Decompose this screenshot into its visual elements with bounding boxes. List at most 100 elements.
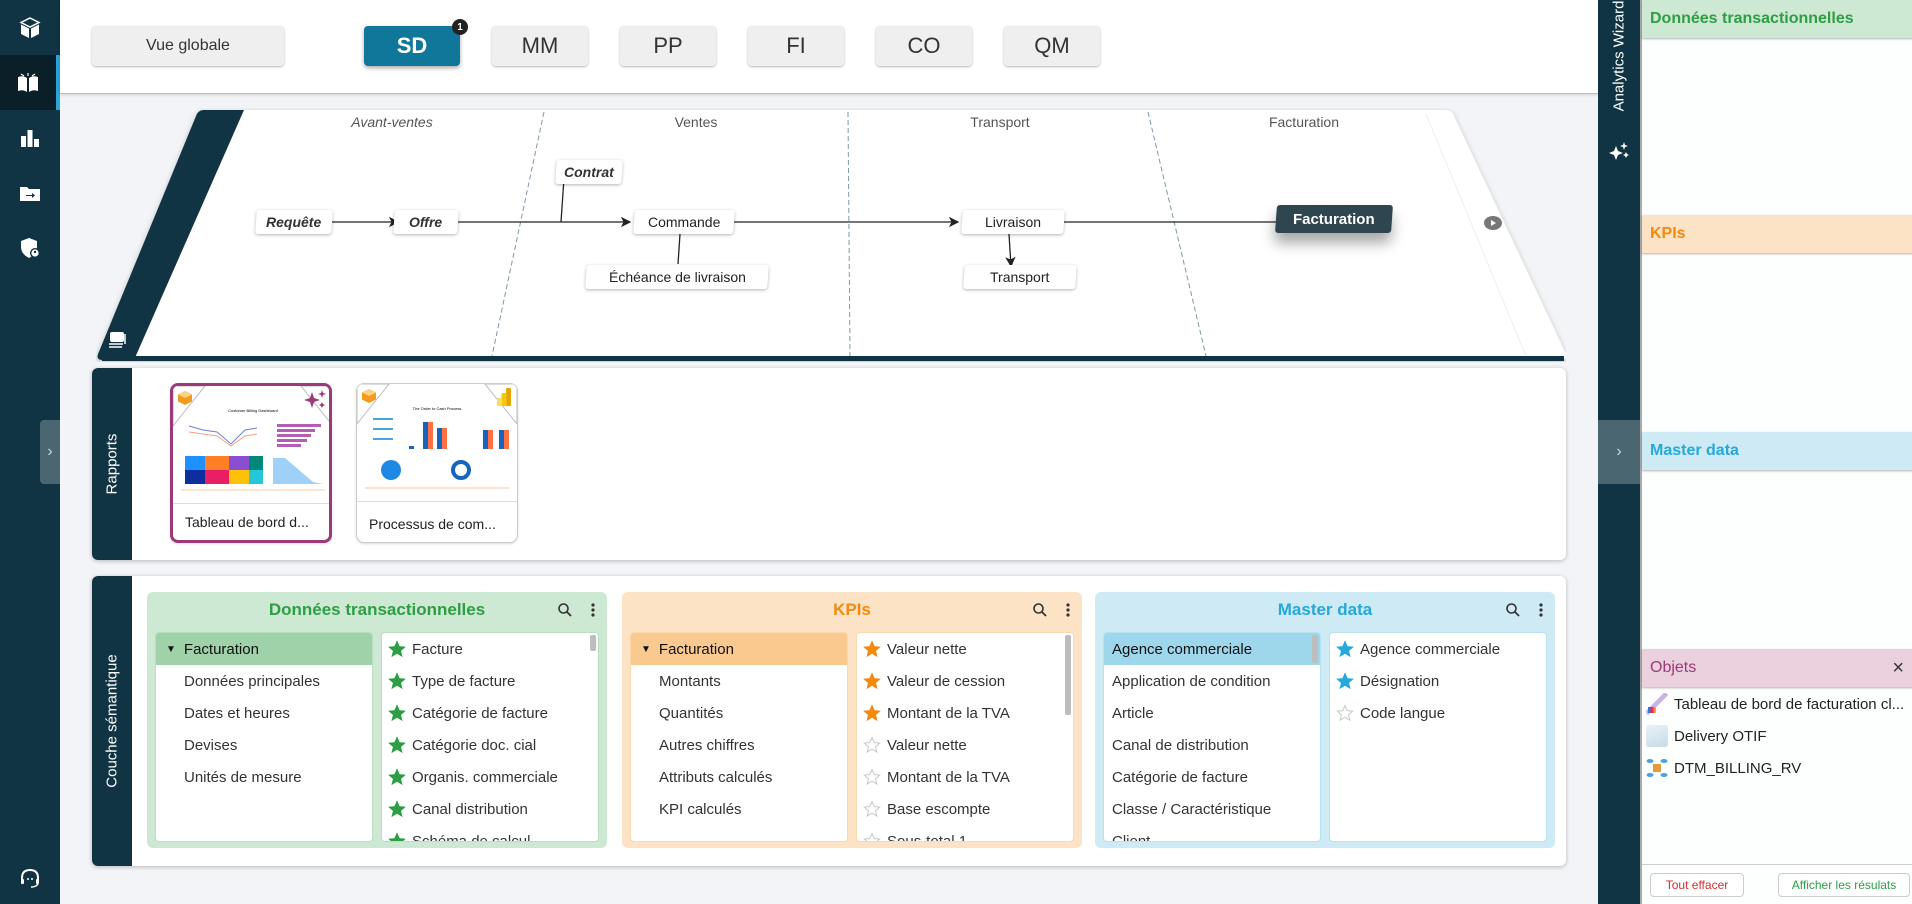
flow-node-transport[interactable]: Transport xyxy=(963,265,1077,289)
category-item[interactable]: Autres chiffres xyxy=(631,729,847,761)
flow-node-order[interactable]: Commande xyxy=(633,210,735,234)
star-filled-icon[interactable] xyxy=(863,640,881,658)
field-item[interactable]: Base escompte xyxy=(857,793,1073,825)
collapse-wizard-button[interactable]: › xyxy=(1598,420,1640,484)
global-view-button[interactable]: Vue globale xyxy=(92,26,284,66)
more-options-icon[interactable] xyxy=(1066,602,1070,623)
field-item[interactable]: Organis. commerciale xyxy=(382,761,598,793)
field-item[interactable]: Schéma de calcul xyxy=(382,825,598,842)
star-filled-icon[interactable] xyxy=(863,672,881,690)
field-item[interactable]: Code langue xyxy=(1330,697,1546,729)
object-item[interactable]: Tableau de bord de facturation cl... xyxy=(1646,690,1904,718)
wizard-section-kpis[interactable]: KPIs xyxy=(1642,215,1912,253)
category-item[interactable]: Agence commerciale xyxy=(1104,633,1320,665)
star-filled-icon[interactable] xyxy=(863,704,881,722)
close-icon[interactable]: × xyxy=(1892,657,1904,680)
wizard-section-transactional[interactable]: Données transactionnelles xyxy=(1642,0,1912,38)
expand-left-panel-button[interactable]: › xyxy=(40,420,60,484)
field-item[interactable]: Agence commerciale xyxy=(1330,633,1546,665)
star-filled-icon[interactable] xyxy=(388,640,406,658)
scrollbar[interactable] xyxy=(1312,635,1318,663)
flow-node-request[interactable]: Requête xyxy=(255,210,333,234)
support-button[interactable] xyxy=(0,853,60,903)
category-item[interactable]: Attributs calculés xyxy=(631,761,847,793)
category-item[interactable]: Application de condition xyxy=(1104,665,1320,697)
star-outline-icon[interactable] xyxy=(1336,704,1354,722)
category-item[interactable]: Montants xyxy=(631,665,847,697)
star-filled-icon[interactable] xyxy=(1336,640,1354,658)
category-item[interactable]: Catégorie de facture xyxy=(1104,761,1320,793)
category-item[interactable]: Devises xyxy=(156,729,372,761)
nav-item-export[interactable] xyxy=(0,165,60,220)
category-item[interactable]: ▼ Facturation xyxy=(631,633,847,665)
more-options-icon[interactable] xyxy=(1539,602,1543,623)
scrollbar[interactable] xyxy=(1065,635,1071,715)
search-icon[interactable] xyxy=(1505,602,1521,623)
module-tab-co[interactable]: CO xyxy=(876,26,972,66)
field-item[interactable]: Sous-total 1 xyxy=(857,825,1073,842)
category-item[interactable]: Classe / Caractéristique xyxy=(1104,793,1320,825)
field-item[interactable]: Désignation xyxy=(1330,665,1546,697)
star-filled-icon[interactable] xyxy=(388,768,406,786)
nav-item-analytics[interactable] xyxy=(0,110,60,165)
flow-node-delivery[interactable]: Livraison xyxy=(961,210,1065,234)
flow-node-delivery-schedule[interactable]: Échéance de livraison xyxy=(585,265,769,289)
star-outline-icon[interactable] xyxy=(863,832,881,842)
field-item[interactable]: Valeur nette xyxy=(857,633,1073,665)
field-item[interactable]: Montant de la TVA xyxy=(857,761,1073,793)
object-item[interactable]: Delivery OTIF xyxy=(1646,722,1767,750)
category-item[interactable]: Article xyxy=(1104,697,1320,729)
category-item[interactable]: KPI calculés xyxy=(631,793,847,825)
module-tab-fi[interactable]: FI xyxy=(748,26,844,66)
field-item[interactable]: Valeur de cession xyxy=(857,665,1073,697)
analytics-wizard-panel: Données transactionnelles KPIs Master da… xyxy=(1640,0,1912,904)
object-label: Delivery OTIF xyxy=(1674,727,1767,745)
star-outline-icon[interactable] xyxy=(863,768,881,786)
field-item[interactable]: Valeur nette xyxy=(857,729,1073,761)
category-item[interactable]: Client xyxy=(1104,825,1320,842)
flow-node-contract[interactable]: Contrat xyxy=(555,160,623,184)
star-filled-icon[interactable] xyxy=(388,704,406,722)
module-tab-qm[interactable]: QM xyxy=(1004,26,1100,66)
show-results-button[interactable]: Afficher les résulats xyxy=(1778,873,1910,897)
search-icon[interactable] xyxy=(557,602,573,623)
field-item[interactable]: Canal distribution xyxy=(382,793,598,825)
search-icon[interactable] xyxy=(1032,602,1048,623)
category-item[interactable]: Canal de distribution xyxy=(1104,729,1320,761)
flow-node-offer[interactable]: Offre xyxy=(393,210,459,234)
category-item[interactable]: ▼ Facturation xyxy=(156,633,372,665)
flow-background xyxy=(97,110,1566,361)
star-filled-icon[interactable] xyxy=(388,672,406,690)
play-icon[interactable] xyxy=(1484,216,1502,230)
field-item[interactable]: Facture xyxy=(382,633,598,665)
module-tab-pp[interactable]: PP xyxy=(620,26,716,66)
star-filled-icon[interactable] xyxy=(388,800,406,818)
category-item[interactable]: Unités de mesure xyxy=(156,761,372,793)
category-item[interactable]: Dates et heures xyxy=(156,697,372,729)
module-tab-sd[interactable]: SD 1 xyxy=(364,19,468,66)
report-card[interactable]: Customer Billing Dashboard Tableau de bo… xyxy=(170,383,332,543)
clear-all-button[interactable]: Tout effacer xyxy=(1650,873,1744,897)
nav-item-models[interactable] xyxy=(0,0,60,55)
star-outline-icon[interactable] xyxy=(863,736,881,754)
more-options-icon[interactable] xyxy=(591,602,595,623)
star-outline-icon[interactable] xyxy=(863,800,881,818)
nav-item-security[interactable] xyxy=(0,220,60,275)
report-card[interactable]: The Order to Cash Process Processus de c… xyxy=(356,383,518,543)
category-item[interactable]: Données principales xyxy=(156,665,372,697)
wizard-section-objects[interactable]: Objets × xyxy=(1642,649,1912,687)
field-item[interactable]: Montant de la TVA xyxy=(857,697,1073,729)
nav-item-catalog[interactable] xyxy=(0,55,60,110)
scrollbar[interactable] xyxy=(590,635,596,651)
module-tab-mm[interactable]: MM xyxy=(492,26,588,66)
field-item[interactable]: Type de facture xyxy=(382,665,598,697)
star-filled-icon[interactable] xyxy=(388,736,406,754)
object-item[interactable]: DTM_BILLING_RV xyxy=(1646,754,1801,782)
star-filled-icon[interactable] xyxy=(388,832,406,842)
field-item[interactable]: Catégorie doc. cial xyxy=(382,729,598,761)
category-item[interactable]: Quantités xyxy=(631,697,847,729)
field-item[interactable]: Catégorie de facture xyxy=(382,697,598,729)
flow-node-billing[interactable]: Facturation xyxy=(1275,205,1393,233)
wizard-section-master-data[interactable]: Master data xyxy=(1642,432,1912,470)
star-filled-icon[interactable] xyxy=(1336,672,1354,690)
